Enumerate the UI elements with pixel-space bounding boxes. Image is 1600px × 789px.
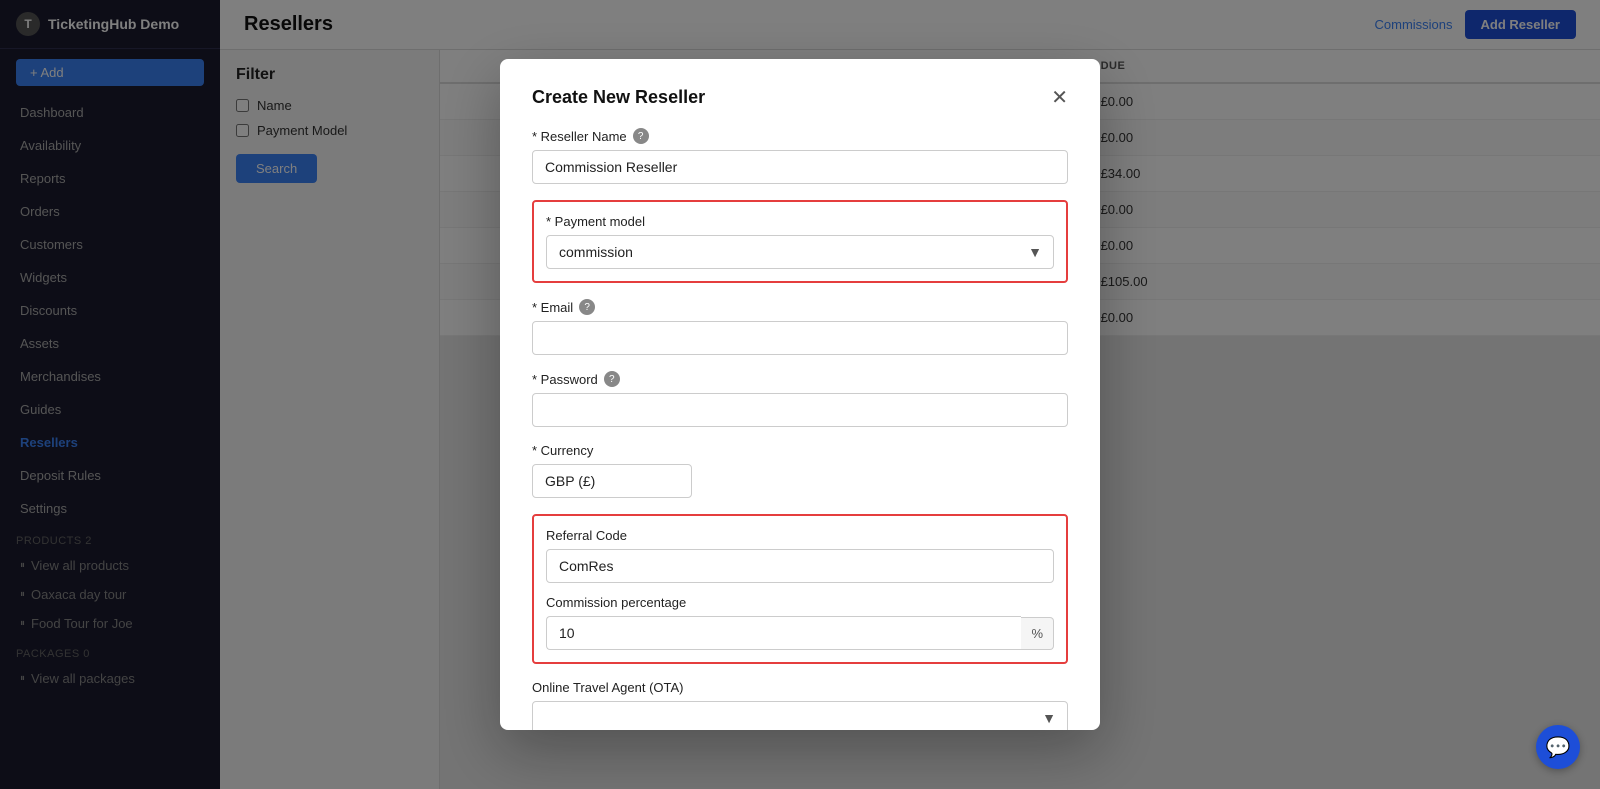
modal-title: Create New Reseller: [532, 87, 705, 108]
referral-code-group: Referral Code: [546, 528, 1054, 583]
reseller-name-help-icon[interactable]: ?: [633, 128, 649, 144]
currency-group: * Currency: [532, 443, 1068, 498]
currency-label: * Currency: [532, 443, 1068, 458]
create-reseller-modal: Create New Reseller ✕ * Reseller Name ? …: [500, 59, 1100, 730]
commission-label: Commission percentage: [546, 595, 1054, 610]
referral-commission-highlighted-group: Referral Code Commission percentage %: [532, 514, 1068, 664]
password-group: * Password ?: [532, 371, 1068, 427]
chat-bubble[interactable]: 💬: [1536, 725, 1580, 769]
currency-input[interactable]: [532, 464, 692, 498]
password-label: * Password ?: [532, 371, 1068, 387]
payment-model-group: * Payment model commission prepaid postp…: [546, 214, 1054, 269]
ota-label: Online Travel Agent (OTA): [532, 680, 1068, 695]
ota-select-wrap: ▼: [532, 701, 1068, 730]
referral-code-label: Referral Code: [546, 528, 1054, 543]
modal-overlay: Create New Reseller ✕ * Reseller Name ? …: [0, 0, 1600, 789]
payment-model-label: * Payment model: [546, 214, 1054, 229]
payment-model-select-wrap: commission prepaid postpaid ▼: [546, 235, 1054, 269]
ota-select[interactable]: [532, 701, 1068, 730]
commission-group: Commission percentage %: [546, 595, 1054, 650]
reseller-name-input[interactable]: [532, 150, 1068, 184]
email-help-icon[interactable]: ?: [579, 299, 595, 315]
payment-model-highlighted-group: * Payment model commission prepaid postp…: [532, 200, 1068, 283]
payment-model-select[interactable]: commission prepaid postpaid: [546, 235, 1054, 269]
email-label: * Email ?: [532, 299, 1068, 315]
reseller-name-group: * Reseller Name ?: [532, 128, 1068, 184]
password-input[interactable]: [532, 393, 1068, 427]
close-modal-button[interactable]: ✕: [1051, 88, 1068, 108]
ota-group: Online Travel Agent (OTA) ▼: [532, 680, 1068, 730]
email-group: * Email ?: [532, 299, 1068, 355]
reseller-name-label: * Reseller Name ?: [532, 128, 1068, 144]
password-help-icon[interactable]: ?: [604, 371, 620, 387]
commission-input-wrap: %: [546, 616, 1054, 650]
email-input[interactable]: [532, 321, 1068, 355]
percent-badge: %: [1021, 617, 1054, 650]
modal-header: Create New Reseller ✕: [532, 87, 1068, 108]
commission-input[interactable]: [546, 616, 1021, 650]
referral-code-input[interactable]: [546, 549, 1054, 583]
